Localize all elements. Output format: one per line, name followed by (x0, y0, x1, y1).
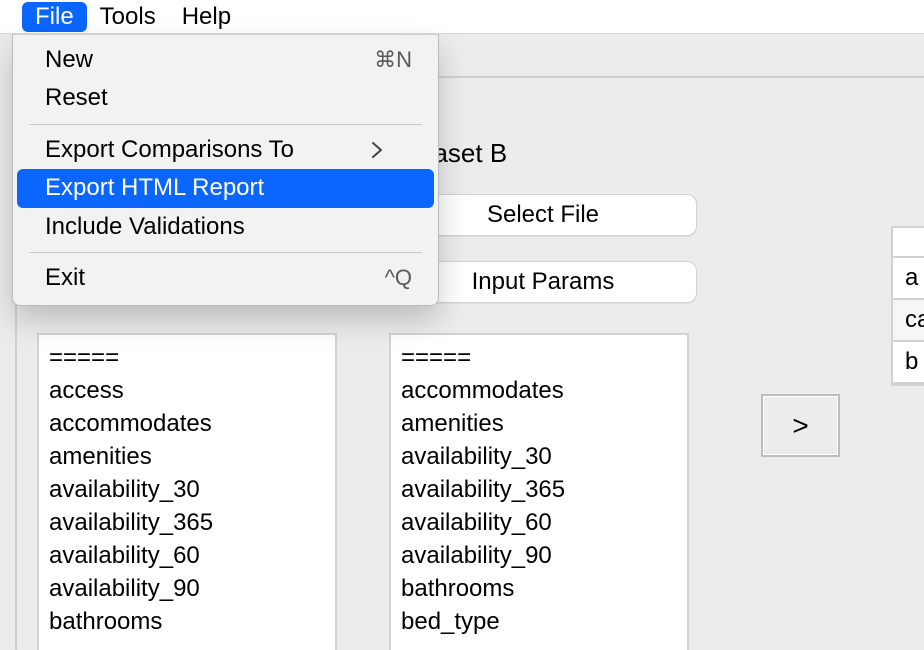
button-label: Select File (487, 201, 599, 229)
list-item[interactable]: bathrooms (401, 572, 677, 605)
menu-file[interactable]: File (22, 2, 87, 32)
menu-shortcut: ⌘N (372, 48, 412, 72)
table-row[interactable]: b (893, 342, 924, 384)
button-label: Input Params (472, 268, 615, 296)
table-row[interactable]: a (893, 258, 924, 300)
menu-separator (29, 124, 422, 125)
list-item[interactable]: availability_30 (49, 473, 325, 506)
list-item[interactable]: accommodates (49, 407, 325, 440)
menu-item-label: New (45, 47, 93, 73)
list-item[interactable]: bathrooms (49, 605, 325, 638)
menu-tools[interactable]: Tools (87, 2, 169, 32)
menu-include-validations[interactable]: Include Validations (13, 208, 438, 246)
table-row[interactable]: ca (893, 300, 924, 342)
menu-item-label: Include Validations (45, 214, 245, 240)
menu-reset[interactable]: Reset (13, 79, 438, 117)
list-item[interactable]: availability_365 (49, 506, 325, 539)
button-label: > (792, 410, 808, 442)
menu-shortcut: ^Q (372, 266, 412, 290)
menu-export-html-report[interactable]: Export HTML Report (17, 169, 434, 207)
list-item[interactable]: amenities (401, 407, 677, 440)
list-item[interactable]: availability_60 (401, 506, 677, 539)
list-item[interactable]: availability_60 (49, 539, 325, 572)
dataset-a-listbox[interactable]: ===== access accommodates amenities avai… (37, 333, 337, 650)
transfer-right-button[interactable]: > (761, 394, 840, 457)
list-item[interactable]: availability_90 (401, 539, 677, 572)
table-header (893, 228, 924, 258)
list-item[interactable]: amenities (49, 440, 325, 473)
list-item[interactable]: ===== (401, 341, 677, 374)
menu-new[interactable]: New ⌘N (13, 41, 438, 79)
list-item[interactable]: availability_365 (401, 473, 677, 506)
menu-item-label: Reset (45, 85, 108, 111)
menu-export-comparisons[interactable]: Export Comparisons To (13, 131, 438, 169)
dataset-b-listbox[interactable]: ===== accommodates amenities availabilit… (389, 333, 689, 650)
list-item[interactable]: bed_type (401, 605, 677, 638)
list-item[interactable]: ===== (49, 341, 325, 374)
menu-help[interactable]: Help (169, 2, 244, 32)
menu-item-label: Export HTML Report (45, 175, 264, 201)
menu-separator (29, 252, 422, 253)
menu-item-label: Exit (45, 265, 85, 291)
list-item[interactable]: availability_30 (401, 440, 677, 473)
list-item[interactable]: access (49, 374, 325, 407)
menu-item-label: Export Comparisons To (45, 137, 294, 163)
right-table[interactable]: a ca b (891, 226, 924, 386)
file-dropdown: New ⌘N Reset Export Comparisons To Expor… (12, 34, 439, 306)
chevron-right-icon (372, 142, 412, 158)
menu-exit[interactable]: Exit ^Q (13, 259, 438, 297)
menubar: File Tools Help New ⌘N Reset Export Comp… (0, 0, 924, 34)
list-item[interactable]: accommodates (401, 374, 677, 407)
list-item[interactable]: availability_90 (49, 572, 325, 605)
